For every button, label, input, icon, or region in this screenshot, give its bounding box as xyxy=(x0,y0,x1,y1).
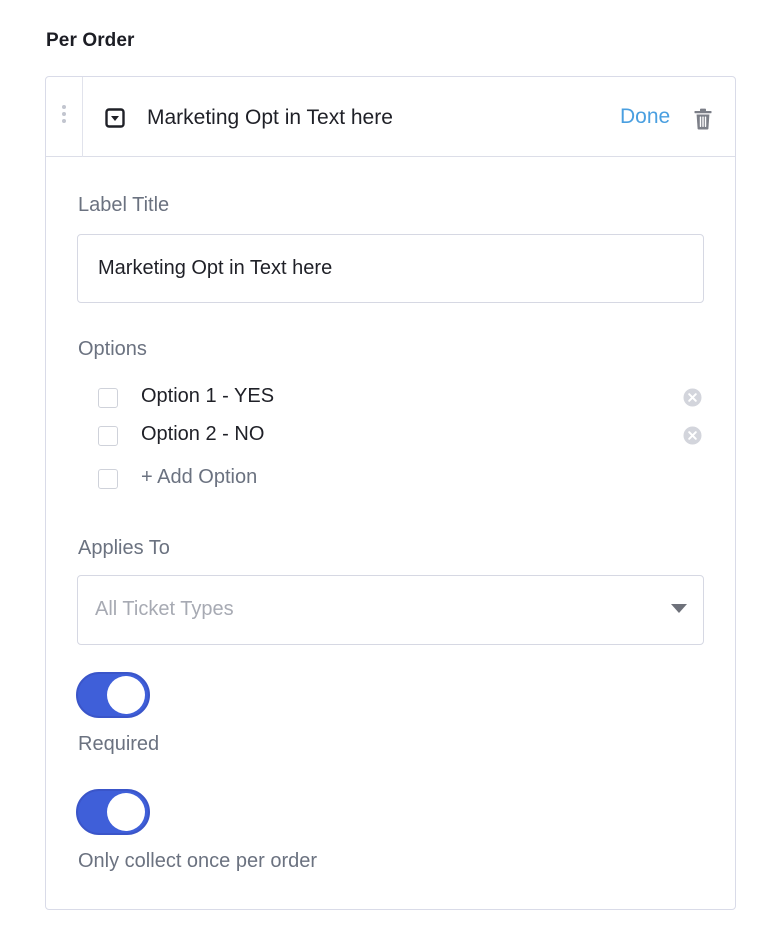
section-heading: Per Order xyxy=(46,30,135,51)
option-checkbox[interactable] xyxy=(98,426,118,446)
applies-to-label: Applies To xyxy=(78,537,170,559)
collect-once-toggle[interactable] xyxy=(76,789,150,835)
question-card: Marketing Opt in Text here Done Label Ti… xyxy=(45,76,736,910)
options-label: Options xyxy=(78,338,147,360)
toggle-knob xyxy=(107,793,145,831)
remove-option-icon[interactable] xyxy=(683,388,702,407)
caret-down-icon xyxy=(671,604,687,613)
option-row: Option 1 - YES xyxy=(98,383,708,413)
dropdown-icon xyxy=(105,108,125,128)
option-checkbox[interactable] xyxy=(98,388,118,408)
trash-icon[interactable] xyxy=(693,108,713,130)
toggle-knob xyxy=(107,676,145,714)
option-text[interactable]: Option 2 - NO xyxy=(141,423,264,446)
remove-option-icon[interactable] xyxy=(683,426,702,445)
required-label: Required xyxy=(78,733,160,755)
drag-handle[interactable] xyxy=(46,77,83,157)
add-option-row: + Add Option xyxy=(98,464,708,494)
question-header: Marketing Opt in Text here Done xyxy=(46,77,735,157)
done-button[interactable]: Done xyxy=(620,105,670,129)
collect-once-label: Only collect once per order xyxy=(78,850,318,872)
option-row: Option 2 - NO xyxy=(98,421,708,451)
label-title-label: Label Title xyxy=(78,194,170,216)
add-option-checkbox xyxy=(98,469,118,489)
applies-to-select[interactable]: All Ticket Types xyxy=(77,575,704,645)
required-toggle[interactable] xyxy=(76,672,150,718)
label-title-input[interactable] xyxy=(77,234,704,303)
applies-to-value: All Ticket Types xyxy=(95,598,234,620)
add-option-button[interactable]: + Add Option xyxy=(141,466,257,489)
option-text[interactable]: Option 1 - YES xyxy=(141,385,274,408)
question-title: Marketing Opt in Text here xyxy=(147,106,393,129)
drag-dots-icon xyxy=(62,105,66,123)
